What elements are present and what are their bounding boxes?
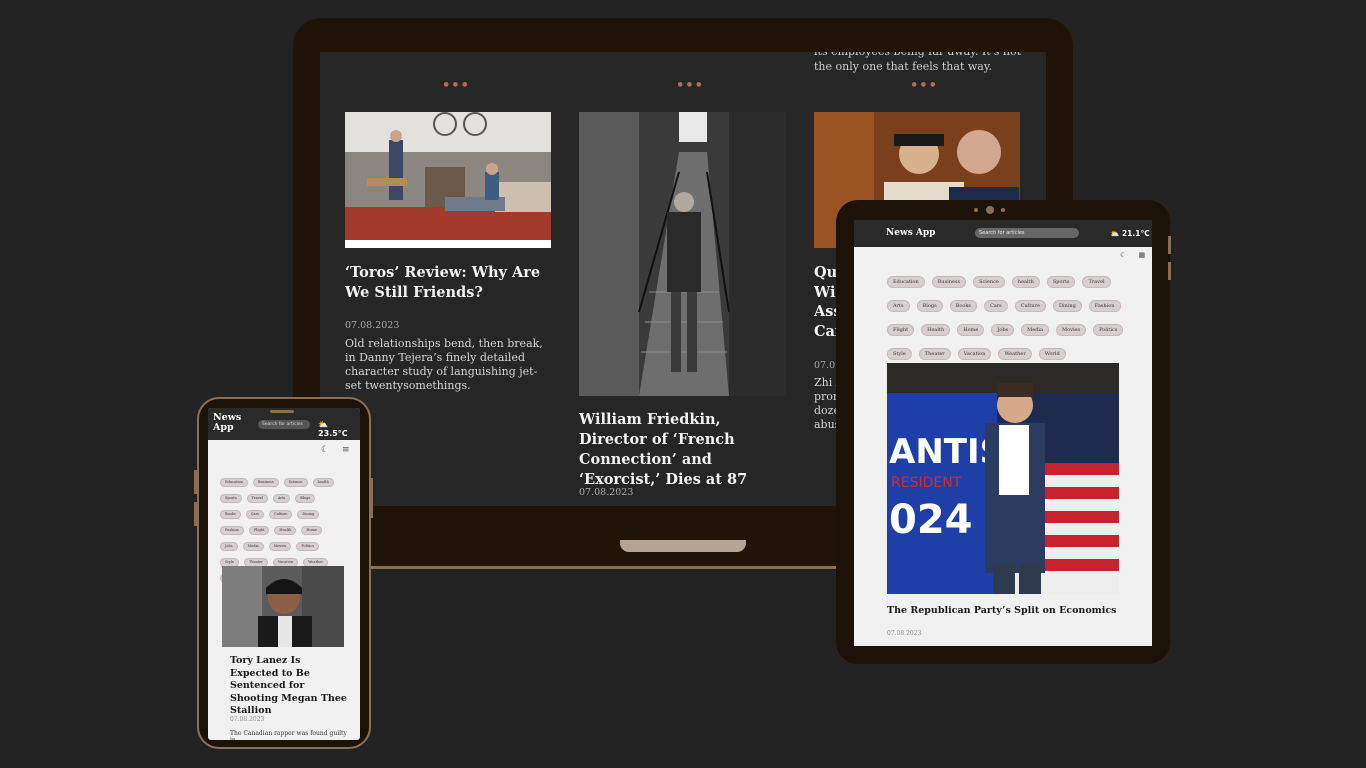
category-chip[interactable]: Cars bbox=[983, 300, 1008, 312]
category-chip[interactable]: Arts bbox=[887, 300, 910, 312]
category-chip[interactable]: Books bbox=[949, 300, 977, 312]
category-chip[interactable]: Weather bbox=[998, 348, 1032, 360]
more-dots-icon[interactable]: ••• bbox=[676, 78, 704, 93]
category-chip[interactable]: Media bbox=[242, 542, 264, 551]
moon-icon[interactable]: ☾ bbox=[1120, 251, 1126, 259]
article-image-tory-lanez[interactable] bbox=[222, 566, 344, 647]
tablet-camera-icon bbox=[986, 206, 994, 214]
phone-speaker bbox=[270, 410, 294, 413]
category-chip[interactable]: Flight bbox=[248, 526, 270, 535]
toolbar-icons: ☾ ≡ bbox=[321, 445, 350, 455]
weather-widget: ⛅ 23.5°C bbox=[318, 420, 348, 438]
app-header: News App Search for articles ⛅ 21.1°C bbox=[854, 220, 1152, 247]
search-input[interactable]: Search for articles bbox=[975, 228, 1079, 238]
article-date: 07.08.2023 bbox=[345, 320, 400, 331]
category-chip[interactable]: Travel bbox=[246, 494, 268, 503]
hamburger-icon[interactable]: ≡ bbox=[342, 445, 350, 455]
tablet-screen: News App Search for articles ⛅ 21.1°C ☾ … bbox=[854, 220, 1152, 646]
article-title[interactable]: The Republican Party’s Split on Economic… bbox=[887, 605, 1116, 616]
category-chip[interactable]: health bbox=[312, 478, 334, 487]
laptop-base bbox=[370, 548, 840, 569]
category-chip[interactable]: Media bbox=[1021, 324, 1049, 336]
tablet-side-button bbox=[1168, 262, 1171, 280]
category-chip[interactable]: Politics bbox=[296, 542, 320, 551]
grid-icon[interactable]: ▦ bbox=[1139, 251, 1146, 259]
article-image-friedkin[interactable] bbox=[579, 112, 786, 396]
article-title[interactable]: Tory Lanez Is Expected to Be Sentenced f… bbox=[230, 655, 348, 718]
category-chip[interactable]: Flight bbox=[887, 324, 915, 336]
tablet-sensor bbox=[974, 208, 978, 212]
article-date: 07.08.2023 bbox=[579, 487, 634, 498]
weather-widget: ⛅ 21.1°C bbox=[1110, 229, 1150, 238]
toolbar-icons: ☾ ▦ bbox=[1120, 251, 1145, 259]
category-chip[interactable]: Health bbox=[921, 324, 951, 336]
app-title[interactable]: News App bbox=[886, 228, 935, 238]
category-list: Education Business Science health Sports Trav… bbox=[887, 276, 1127, 360]
category-chip[interactable]: Travel bbox=[1082, 276, 1111, 288]
article-image-toros[interactable] bbox=[345, 112, 551, 248]
category-chip[interactable]: Fashion bbox=[1088, 300, 1121, 312]
phone-side-button bbox=[194, 470, 197, 494]
category-chip[interactable]: Home bbox=[957, 324, 985, 336]
article-title[interactable]: ‘Toros’ Review: Why Are We Still Friends… bbox=[345, 263, 545, 303]
phone-side-button bbox=[370, 478, 373, 518]
sign-text: RESIDENT bbox=[891, 475, 962, 491]
category-chip[interactable]: Culture bbox=[268, 510, 293, 519]
category-chip[interactable]: Movies bbox=[1055, 324, 1087, 336]
category-chip[interactable]: Fashion bbox=[220, 526, 244, 535]
article-title[interactable]: William Friedkin, Director of ‘French Co… bbox=[579, 410, 784, 490]
article-image-republican[interactable]: ANTIS RESIDENT 024 bbox=[887, 363, 1119, 594]
category-chip[interactable]: Science bbox=[973, 276, 1005, 288]
category-chip[interactable]: Jobs bbox=[991, 324, 1015, 336]
category-chip[interactable]: Sports bbox=[1046, 276, 1076, 288]
more-dots-icon[interactable]: ••• bbox=[910, 78, 938, 93]
category-chip[interactable]: Education bbox=[220, 478, 248, 487]
category-chip[interactable]: Cars bbox=[245, 510, 264, 519]
category-chip[interactable]: Arts bbox=[272, 494, 291, 503]
category-chip[interactable]: Culture bbox=[1014, 300, 1046, 312]
category-chip[interactable]: Dining bbox=[1052, 300, 1082, 312]
category-chip[interactable]: Dining bbox=[297, 510, 320, 519]
category-chip[interactable]: Theater bbox=[918, 348, 951, 360]
category-chip[interactable]: Blogs bbox=[295, 494, 316, 503]
category-chip[interactable]: Business bbox=[931, 276, 967, 288]
article-snippet: its employees being far away. It's not t… bbox=[814, 52, 1021, 73]
category-chip[interactable]: health bbox=[1011, 276, 1040, 288]
category-chip[interactable]: Politics bbox=[1093, 324, 1124, 336]
category-chip[interactable]: Education bbox=[887, 276, 925, 288]
category-chip[interactable]: Sports bbox=[220, 494, 242, 503]
tablet-sensor bbox=[1001, 208, 1005, 212]
article-description: Old relationships bend, then break, in D… bbox=[345, 337, 543, 392]
sign-text: 024 bbox=[889, 497, 973, 543]
article-date: 07.08.2023 bbox=[230, 716, 265, 723]
category-chip[interactable]: Blogs bbox=[916, 300, 943, 312]
article-description: The Canadian rapper was found guilty in bbox=[230, 730, 347, 740]
category-chip[interactable]: Style bbox=[887, 348, 912, 360]
category-chip[interactable]: Jobs bbox=[220, 542, 238, 551]
phone-side-button bbox=[194, 502, 197, 526]
tablet-side-button bbox=[1168, 236, 1171, 254]
category-chip[interactable]: Health bbox=[274, 526, 297, 535]
more-dots-icon[interactable]: ••• bbox=[442, 78, 470, 93]
laptop-notch bbox=[620, 540, 746, 552]
category-chip[interactable]: Vacation bbox=[957, 348, 992, 360]
category-chip[interactable]: Books bbox=[220, 510, 241, 519]
category-chip[interactable]: Home bbox=[301, 526, 322, 535]
article-date: 07.08.2023 bbox=[887, 630, 922, 637]
category-chip[interactable]: Business bbox=[252, 478, 279, 487]
search-input[interactable]: Search for articles bbox=[258, 420, 310, 429]
article-date: 07.0 bbox=[814, 360, 836, 371]
category-chip[interactable]: World bbox=[1038, 348, 1066, 360]
moon-icon[interactable]: ☾ bbox=[321, 445, 329, 455]
phone-screen: News App Search for articles ⛅ 23.5°C ☾ … bbox=[208, 408, 360, 740]
app-title[interactable]: News App bbox=[213, 413, 249, 433]
category-chip[interactable]: Movies bbox=[268, 542, 292, 551]
category-chip[interactable]: Science bbox=[283, 478, 308, 487]
